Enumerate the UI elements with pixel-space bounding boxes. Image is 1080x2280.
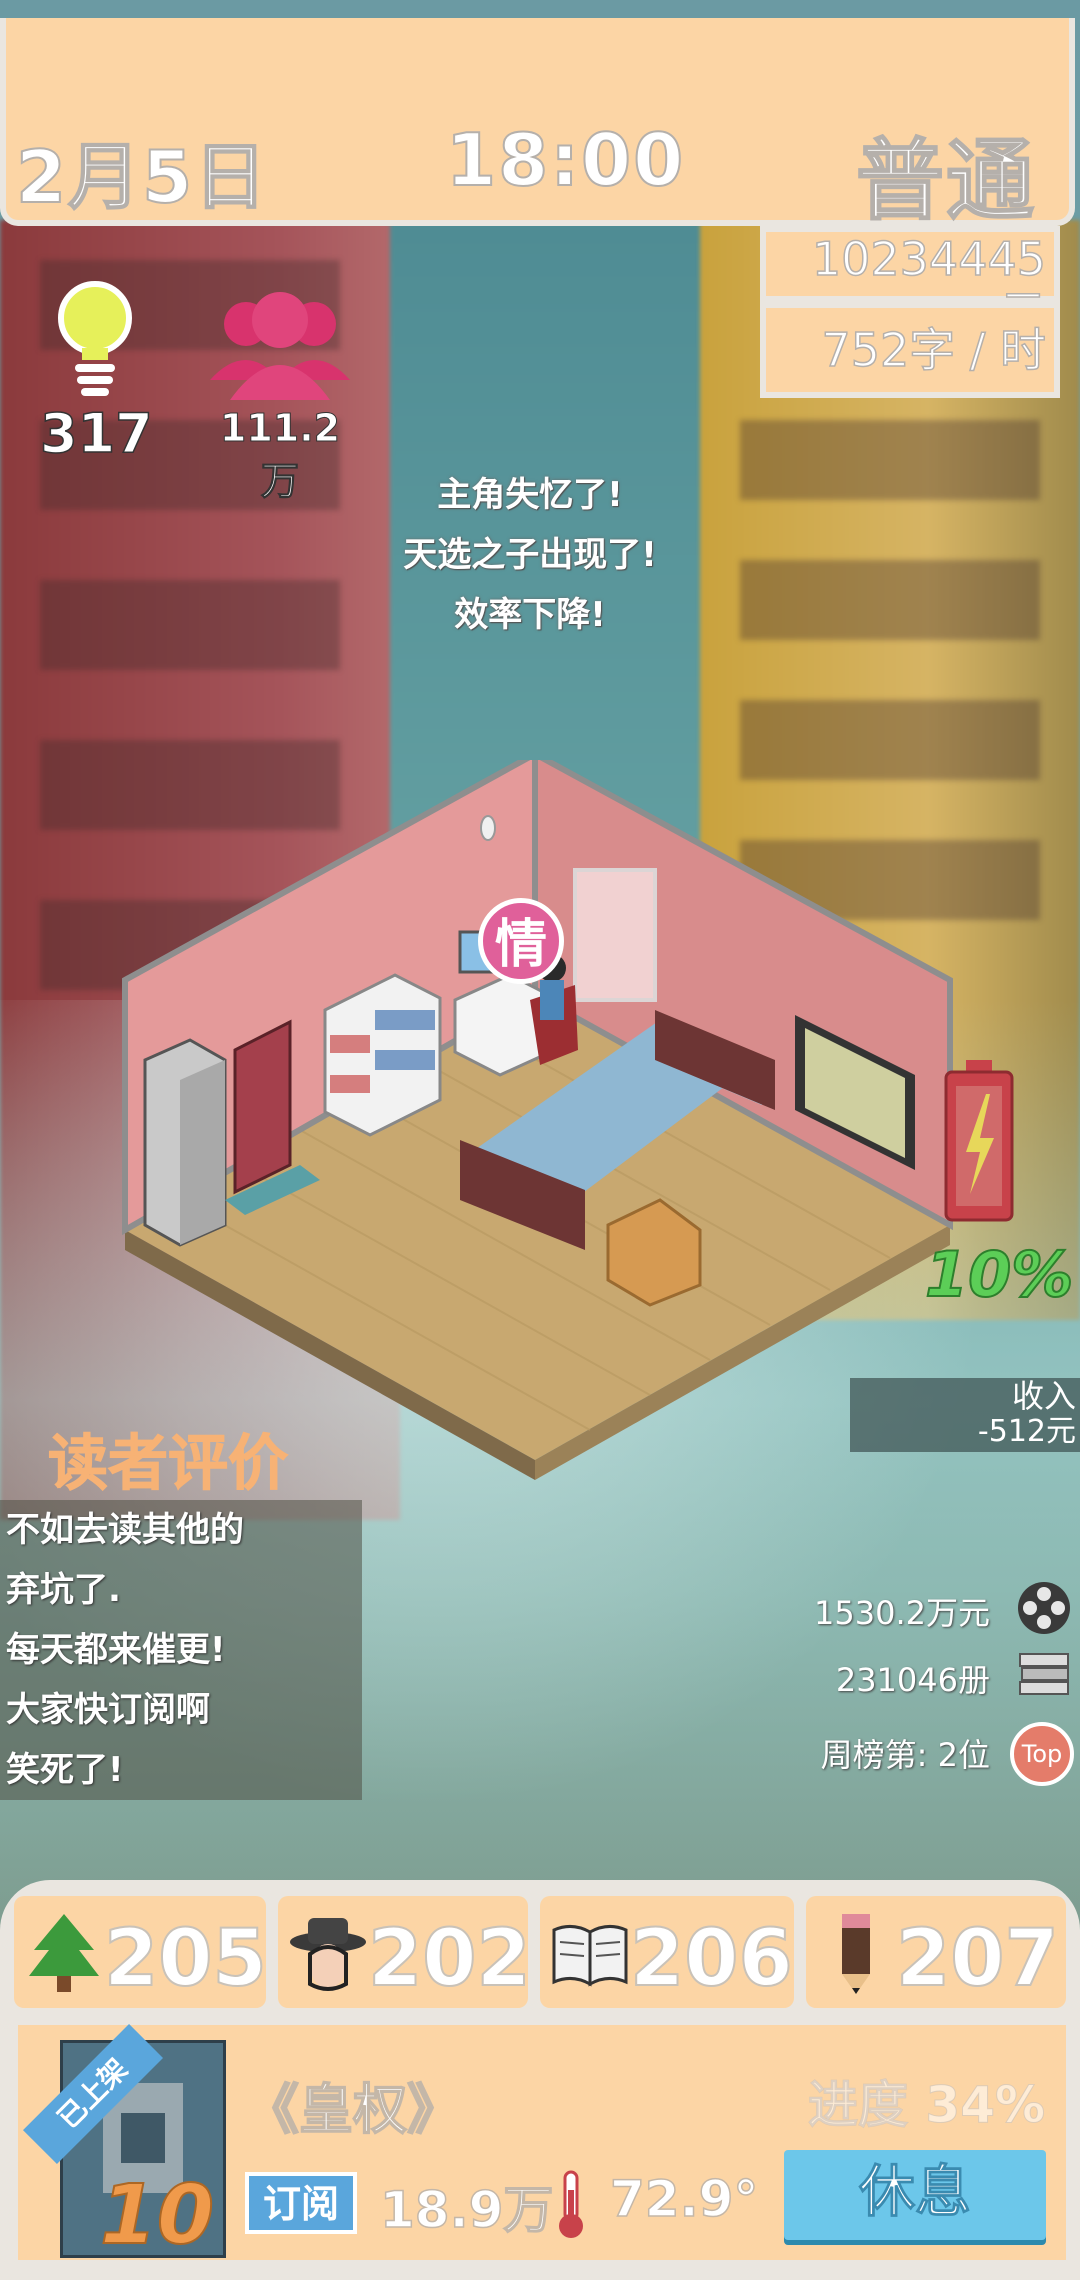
income-value: -512元 (977, 1414, 1076, 1449)
tree-icon (29, 1914, 99, 1992)
attribute-card[interactable]: 202 (278, 1896, 532, 2008)
top-badge-icon[interactable]: Top (1010, 1722, 1074, 1786)
review-item: 笑死了! (6, 1750, 124, 1790)
people-icon (210, 292, 350, 400)
clock-label: 18:00 (445, 117, 686, 203)
income-panel: 收入 -512元 (850, 1378, 1080, 1452)
detective-hat-icon (290, 1918, 366, 1991)
inspiration-value: 317 (39, 401, 153, 466)
film-reel-icon (1018, 1582, 1070, 1634)
difficulty-label: 普通 (855, 128, 1037, 233)
review-item: 弃坑了. (6, 1570, 121, 1610)
battery-percent: 10% (924, 1237, 1074, 1312)
book-progress: 进度 34% (807, 2076, 1046, 2135)
book-stack-icon (1019, 1653, 1069, 1695)
inspiration-indicator[interactable]: 317 (39, 278, 153, 466)
battery-icon[interactable] (944, 1060, 1014, 1222)
attribute-value: 206 (629, 1913, 794, 2005)
copies-stat: 231046册 (835, 1661, 990, 1699)
subscribe-label: 订阅 (245, 2172, 357, 2234)
writer-room (122, 760, 953, 1480)
event-message: 效率下降! (454, 595, 606, 635)
attribute-value: 207 (895, 1913, 1060, 2005)
writing-speed-display: 752字 / 时 (760, 302, 1060, 398)
event-messages: 主角失忆了! 天选之子出现了! 效率下降! (330, 465, 730, 645)
review-item: 不如去读其他的 (6, 1510, 244, 1550)
lightbulb-icon (58, 281, 132, 396)
money-display: 10234445元 (760, 226, 1060, 341)
subscriber-count: 18.9万 (379, 2180, 554, 2240)
emotion-badge[interactable]: 情 (478, 898, 564, 984)
attribute-card[interactable]: 207 (806, 1896, 1066, 2008)
heat-value: 72.9° (609, 2169, 759, 2229)
date-label: 2月5日 (15, 134, 269, 220)
attribute-value: 202 (367, 1913, 532, 2005)
pencil-icon (842, 1914, 870, 1994)
event-message: 天选之子出现了! (403, 535, 657, 575)
event-message: 主角失忆了! (437, 475, 623, 515)
attribute-card[interactable]: 205 (14, 1896, 268, 2008)
reviews-list: 不如去读其他的 弃坑了. 每天都来催更! 大家快订阅啊 笑死了! (0, 1500, 362, 1800)
attribute-card[interactable]: 206 (540, 1896, 794, 2008)
status-bar: 2月5日 18:00 普通 (0, 18, 1075, 233)
rest-button[interactable]: 休息 (784, 2150, 1046, 2240)
revenue-stat: 1530.2万元 (814, 1594, 990, 1632)
book-level: 10 (99, 2167, 215, 2264)
book-title: 《皇权》 (244, 2077, 462, 2142)
reviews-title: 读者评价 (48, 1429, 289, 1500)
rank-stat: 周榜第: 2位 (820, 1736, 990, 1774)
thermometer-icon (559, 2170, 583, 2238)
review-item: 大家快订阅啊 (6, 1690, 210, 1730)
open-book-icon (552, 1925, 628, 1987)
income-label: 收入 (1011, 1377, 1076, 1415)
review-item: 每天都来催更! (6, 1630, 226, 1670)
attribute-value: 205 (103, 1913, 268, 2005)
